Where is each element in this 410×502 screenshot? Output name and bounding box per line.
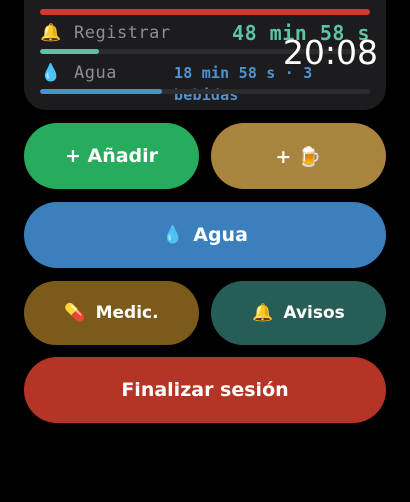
add-beer-button-label: + 🍺 <box>275 145 322 168</box>
water-button-label: Agua <box>193 224 248 246</box>
session-progress-bar <box>40 9 370 15</box>
bell-icon: 🔔 <box>252 303 274 323</box>
water-label: Agua <box>74 63 117 83</box>
end-session-button[interactable]: Finalizar sesión <box>24 357 386 423</box>
water-drop-icon: 💧 <box>40 63 62 83</box>
clock: 20:08 <box>282 33 378 72</box>
alerts-button-label: Avisos <box>283 303 345 323</box>
alerts-button[interactable]: 🔔 Avisos <box>211 281 386 345</box>
register-progress-fill <box>40 49 100 54</box>
medication-button-label: Medic. <box>95 303 159 323</box>
pill-icon: 💊 <box>64 303 86 323</box>
end-session-button-label: Finalizar sesión <box>121 379 289 401</box>
add-button[interactable]: + Añadir <box>24 123 199 189</box>
water-progress-fill <box>40 89 163 94</box>
medication-button[interactable]: 💊 Medic. <box>24 281 199 345</box>
bell-icon: 🔔 <box>40 23 62 43</box>
add-button-label: + Añadir <box>64 145 159 167</box>
add-beer-button[interactable]: + 🍺 <box>211 123 386 189</box>
water-progress <box>40 89 370 94</box>
water-drop-icon: 💧 <box>162 225 184 245</box>
water-button[interactable]: 💧 Agua <box>24 202 386 268</box>
register-label: Registrar <box>74 23 171 43</box>
